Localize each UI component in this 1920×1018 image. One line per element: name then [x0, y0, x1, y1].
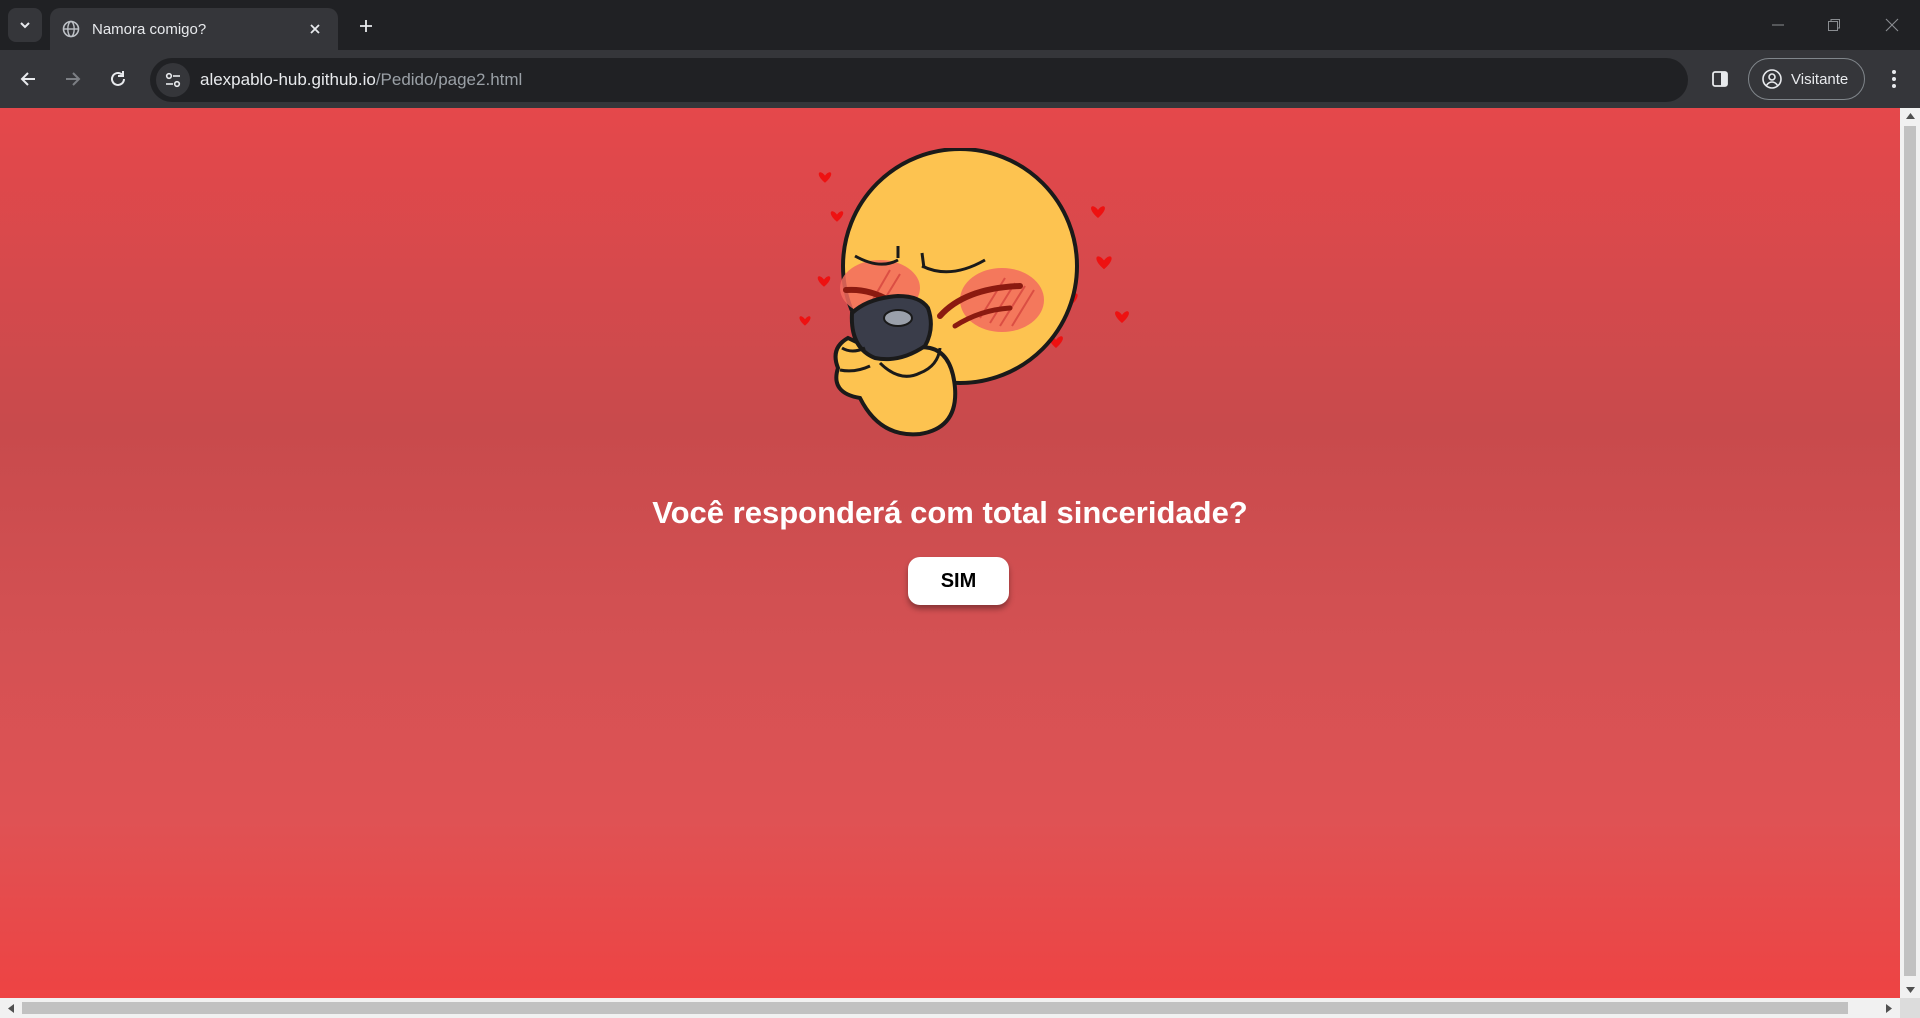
vertical-scrollbar[interactable]	[1900, 108, 1920, 998]
triangle-right-icon	[1886, 1003, 1892, 1013]
browser-menu-button[interactable]	[1876, 61, 1912, 97]
close-window-button[interactable]	[1864, 0, 1920, 50]
scrollbar-corner	[1900, 998, 1920, 1018]
triangle-down-icon	[1905, 987, 1915, 993]
horizontal-scrollbar[interactable]	[0, 998, 1900, 1018]
back-button[interactable]	[10, 61, 46, 97]
url-text: alexpablo-hub.github.io/Pedido/page2.htm…	[200, 70, 522, 90]
minimize-button[interactable]	[1750, 0, 1806, 50]
side-panel-button[interactable]	[1702, 61, 1738, 97]
url-path: /Pedido/page2.html	[375, 70, 523, 89]
reload-icon	[111, 71, 125, 86]
restore-button[interactable]	[1806, 0, 1862, 50]
reload-button[interactable]	[100, 61, 136, 97]
globe-icon	[62, 20, 80, 38]
arrow-left-icon	[20, 72, 35, 86]
scroll-up-button[interactable]	[1900, 108, 1920, 124]
site-info-button[interactable]	[156, 63, 190, 97]
tab-close-button[interactable]	[304, 18, 326, 40]
side-panel-icon	[1712, 71, 1728, 87]
scroll-right-button[interactable]	[1880, 998, 1898, 1018]
scroll-left-button[interactable]	[2, 998, 20, 1018]
sim-button[interactable]: SIM	[908, 557, 1009, 605]
scroll-down-button[interactable]	[1900, 982, 1920, 998]
browser-toolbar: alexpablo-hub.github.io/Pedido/page2.htm…	[0, 50, 1920, 108]
forward-button[interactable]	[55, 61, 91, 97]
new-tab-button[interactable]	[352, 12, 380, 40]
chevron-down-icon	[20, 22, 30, 29]
profile-button[interactable]: Visitante	[1748, 58, 1865, 100]
vertical-scroll-thumb[interactable]	[1904, 126, 1916, 976]
close-icon	[1885, 18, 1899, 32]
triangle-up-icon	[1905, 113, 1915, 119]
blushing-emoji-image	[799, 148, 1129, 437]
triangle-left-icon	[8, 1003, 14, 1013]
close-icon	[310, 24, 320, 34]
address-bar[interactable]: alexpablo-hub.github.io/Pedido/page2.htm…	[150, 58, 1688, 102]
profile-label: Visitante	[1791, 70, 1849, 88]
page-viewport: Você responderá com total sinceridade? S…	[0, 108, 1900, 998]
account-icon	[1762, 69, 1782, 89]
horizontal-scroll-thumb[interactable]	[22, 1002, 1848, 1014]
plus-icon	[360, 20, 372, 32]
url-host: alexpablo-hub.github.io	[200, 70, 376, 89]
tab-search-button[interactable]	[8, 8, 42, 42]
arrow-right-icon	[66, 72, 81, 86]
tab-strip: Namora comigo?	[0, 0, 1920, 50]
minimize-icon	[1772, 24, 1784, 26]
restore-icon	[1828, 19, 1840, 31]
tab-title: Namora comigo?	[92, 20, 207, 38]
tune-icon	[165, 72, 181, 88]
active-tab[interactable]: Namora comigo?	[50, 8, 338, 50]
page-question: Você responderá com total sinceridade?	[652, 495, 1248, 530]
more-vert-icon	[1892, 70, 1896, 88]
